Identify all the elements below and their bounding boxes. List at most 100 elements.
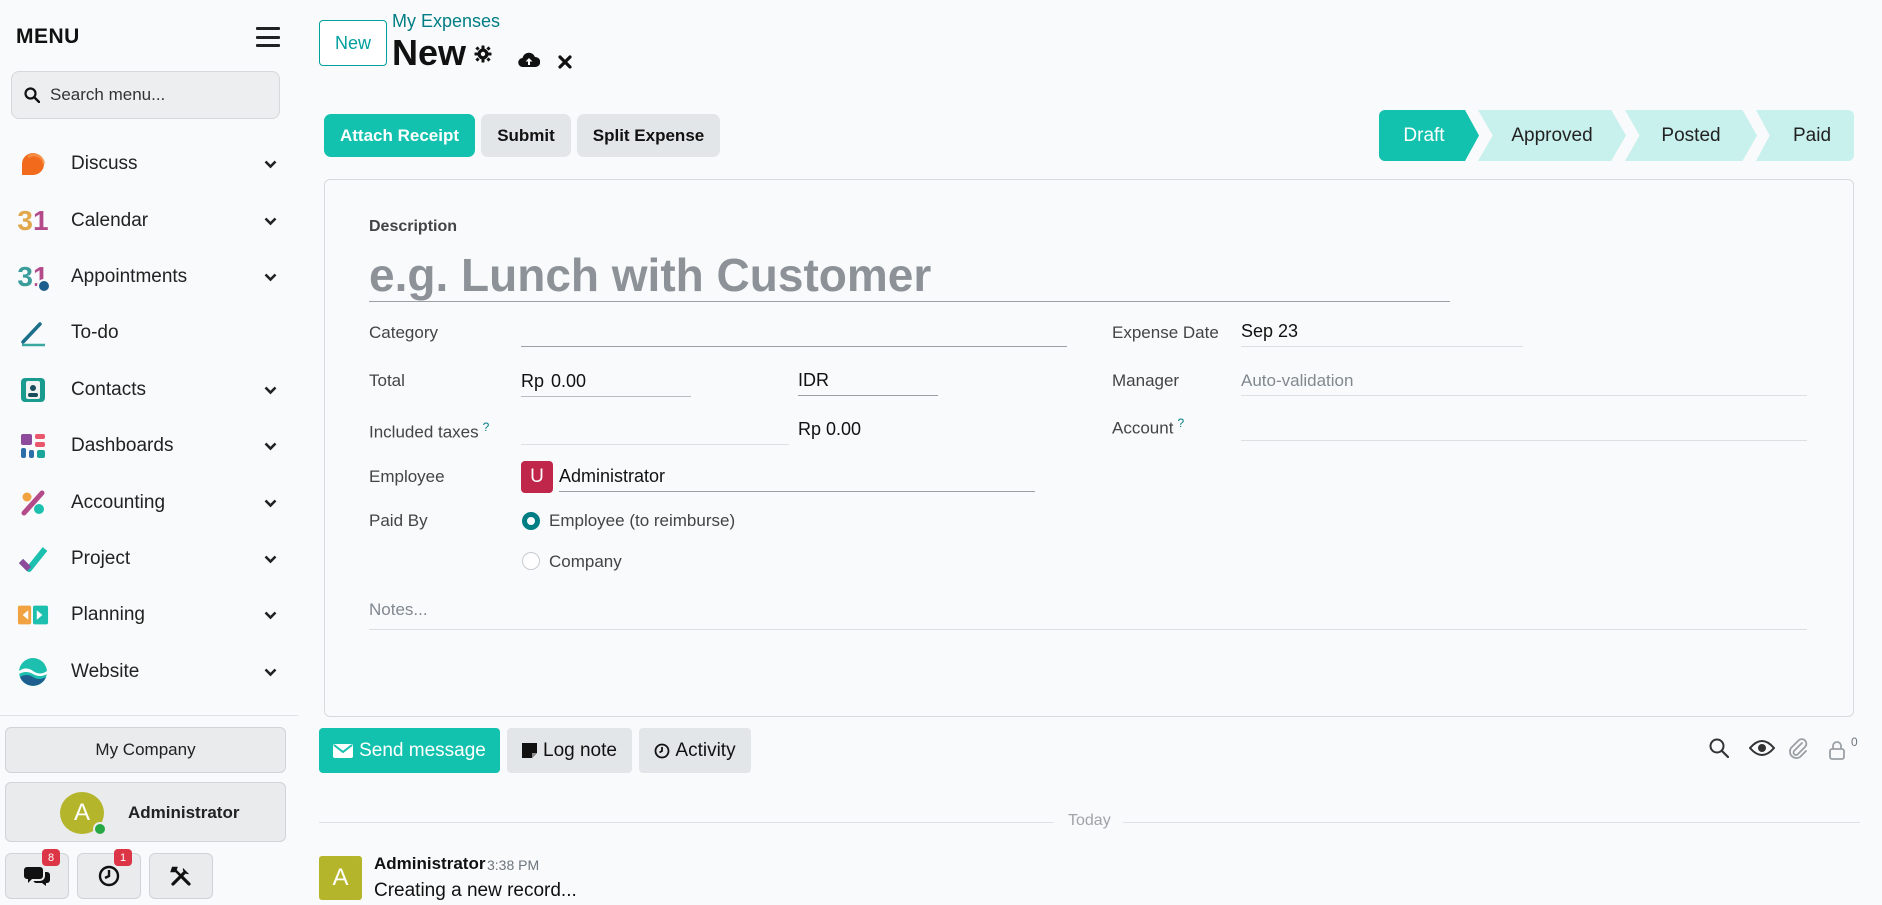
activities-button[interactable]: 1: [77, 849, 141, 899]
discuss-icon: [17, 148, 49, 180]
sidebar-item-discuss[interactable]: Discuss: [0, 136, 298, 192]
sidebar-item-website[interactable]: Website: [0, 644, 298, 700]
manager-label: Manager: [1112, 371, 1180, 390]
search-menu-box[interactable]: [11, 71, 280, 119]
sidebar-item-label: Contacts: [71, 378, 146, 400]
user-menu-button[interactable]: A Administrator: [5, 782, 286, 842]
debug-tools-button[interactable]: [149, 853, 213, 899]
user-name: Administrator: [128, 803, 240, 822]
sidebar-item-label: Calendar: [71, 209, 149, 231]
sidebar-item-planning[interactable]: Planning: [0, 587, 298, 643]
chevron-down-icon[interactable]: [264, 666, 277, 678]
status-step-posted[interactable]: Posted: [1625, 110, 1757, 161]
help-tooltip-icon[interactable]: ?: [1177, 416, 1184, 430]
total-label: Total: [369, 371, 405, 390]
activities-count-badge: 1: [114, 849, 132, 866]
sidebar-item-label: Accounting: [71, 491, 166, 513]
company-switcher-button[interactable]: My Company: [5, 727, 286, 773]
message-author-avatar[interactable]: A: [319, 856, 362, 900]
planning-icon: [17, 599, 49, 631]
date-separator: Today: [1068, 812, 1111, 829]
chat-bubbles-icon: [24, 867, 50, 886]
expense-date-label: Expense Date: [1112, 323, 1219, 342]
send-message-button[interactable]: Send message: [319, 728, 500, 773]
sidebar-item-label: Appointments: [71, 265, 188, 287]
paid-by-employee-radio[interactable]: [522, 512, 540, 530]
breadcrumb-my-expenses[interactable]: My Expenses: [392, 11, 500, 32]
message-author[interactable]: Administrator: [374, 854, 485, 874]
app-nav-list: Discuss 31 Calendar 31 Appointments To-d…: [0, 136, 298, 700]
help-tooltip-icon[interactable]: ?: [483, 420, 490, 434]
submit-button[interactable]: Submit: [481, 114, 571, 157]
description-label: Description: [369, 218, 458, 235]
messages-button[interactable]: 8: [5, 849, 69, 899]
gear-icon[interactable]: [474, 45, 492, 63]
sidebar: MENU Discuss 31 Calendar 31 Appointmen: [0, 0, 298, 905]
notes-input[interactable]: [369, 590, 1807, 630]
clock-icon: [98, 865, 120, 887]
new-record-button[interactable]: New: [319, 20, 387, 66]
paid-by-company-radio[interactable]: [522, 552, 540, 570]
total-amount-input[interactable]: [551, 366, 691, 396]
chevron-down-icon[interactable]: [264, 497, 277, 509]
message-time: 3:38 PM: [487, 857, 540, 873]
status-step-paid[interactable]: Paid: [1756, 110, 1854, 161]
log-note-button[interactable]: Log note: [507, 728, 632, 773]
follower-count: 0: [1851, 735, 1858, 749]
clock-icon: [655, 743, 670, 758]
sidebar-item-todo[interactable]: To-do: [0, 305, 298, 361]
sidebar-item-appointments[interactable]: 31 Appointments: [0, 249, 298, 305]
attach-receipt-button[interactable]: Attach Receipt: [324, 114, 475, 157]
menu-title: MENU: [16, 25, 80, 48]
employee-avatar: U: [521, 461, 553, 493]
chevron-down-icon[interactable]: [264, 158, 277, 170]
hamburger-menu-icon[interactable]: [256, 27, 280, 47]
lock-icon[interactable]: [1828, 740, 1846, 760]
status-bar: Draft Approved Posted Paid: [1379, 110, 1854, 161]
expense-form-card: Description Category Total Rp Included t…: [324, 179, 1854, 717]
search-menu-input[interactable]: [50, 85, 260, 105]
included-taxes-input[interactable]: [521, 415, 789, 445]
category-input[interactable]: [521, 317, 1067, 347]
sidebar-item-project[interactable]: Project: [0, 531, 298, 587]
dashboards-icon: [17, 430, 49, 462]
cloud-upload-icon[interactable]: [518, 52, 540, 68]
eye-icon[interactable]: [1749, 740, 1775, 756]
account-input[interactable]: [1241, 411, 1807, 441]
employee-input[interactable]: [559, 462, 1035, 492]
chevron-down-icon[interactable]: [264, 271, 277, 283]
chevron-down-icon[interactable]: [264, 384, 277, 396]
split-expense-button[interactable]: Split Expense: [577, 114, 720, 157]
chevron-down-icon[interactable]: [264, 215, 277, 227]
chevron-down-icon[interactable]: [264, 553, 277, 565]
sidebar-item-contacts[interactable]: Contacts: [0, 362, 298, 418]
status-step-approved[interactable]: Approved: [1478, 110, 1626, 161]
sidebar-item-label: Website: [71, 660, 140, 682]
sidebar-item-accounting[interactable]: Accounting: [0, 474, 298, 530]
status-step-draft[interactable]: Draft: [1379, 110, 1479, 161]
paperclip-icon[interactable]: [1788, 738, 1808, 760]
paid-by-company-label[interactable]: Company: [549, 552, 622, 572]
calendar-icon: 31: [17, 204, 49, 236]
paid-by-employee-label[interactable]: Employee (to reimburse): [549, 511, 735, 531]
envelope-icon: [333, 743, 354, 758]
chevron-down-icon[interactable]: [264, 440, 277, 452]
accounting-icon: [17, 487, 49, 519]
chevron-down-icon[interactable]: [264, 609, 277, 621]
manager-input[interactable]: [1241, 366, 1807, 396]
record-title: New: [392, 32, 467, 73]
currency-select[interactable]: [798, 366, 938, 396]
description-input[interactable]: [369, 248, 1450, 302]
activity-button[interactable]: Activity: [639, 728, 751, 773]
close-icon[interactable]: [558, 55, 572, 69]
appointments-icon: 31: [17, 261, 51, 293]
search-icon[interactable]: [1709, 738, 1729, 758]
tools-icon: [170, 866, 191, 886]
expense-date-input[interactable]: [1241, 317, 1523, 347]
sidebar-item-calendar[interactable]: 31 Calendar: [0, 192, 298, 248]
sidebar-item-label: Planning: [71, 604, 145, 626]
sidebar-item-dashboards[interactable]: Dashboards: [0, 418, 298, 474]
sidebar-item-label: Project: [71, 547, 131, 569]
project-icon: [17, 543, 49, 575]
website-icon: [17, 656, 49, 688]
